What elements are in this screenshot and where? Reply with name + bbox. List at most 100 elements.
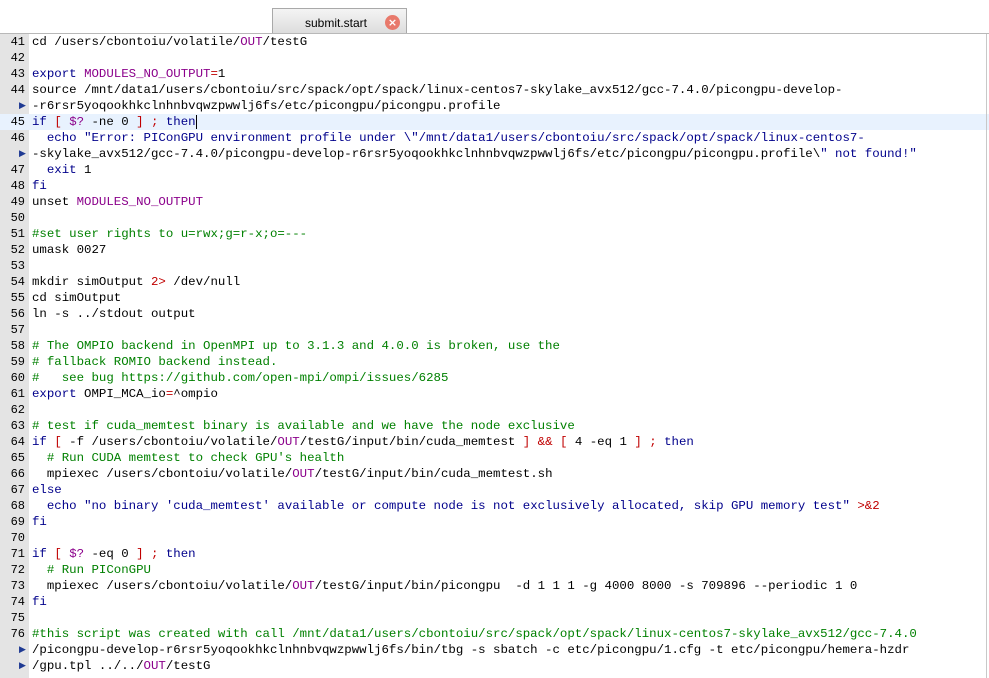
line-number: 61	[10, 387, 25, 401]
code-line[interactable]: 61 export OMPI_MCA_io=^ompio	[0, 386, 989, 402]
code-line[interactable]: 58 # The OMPIO backend in OpenMPI up to 3…	[0, 338, 989, 354]
code-line-wrapped[interactable]: ▶ -skylake_avx512/gcc-7.4.0/picongpu-deve…	[0, 146, 989, 162]
line-number: 51	[10, 227, 25, 241]
code-text: if [ -f /users/cbontoiu/volatile/OUT/tes…	[32, 435, 694, 449]
code-text: if [ $? -ne 0 ] ; then	[32, 114, 197, 129]
code-line[interactable]: 41 cd /users/cbontoiu/volatile/OUT/testG	[0, 34, 989, 50]
code-text: # The OMPIO backend in OpenMPI up to 3.1…	[32, 339, 560, 353]
code-line[interactable]: 51 #set user rights to u=rwx;g=r-x;o=---	[0, 226, 989, 242]
code-line[interactable]: 76 #this script was created with call /mn…	[0, 626, 989, 642]
line-number: 73	[10, 579, 25, 593]
line-number: 41	[10, 35, 25, 49]
code-text: cd /users/cbontoiu/volatile/OUT/testG	[32, 35, 308, 49]
code-line[interactable]: 44 source /mnt/data1/users/cbontoiu/src/s…	[0, 82, 989, 98]
code-line[interactable]: 59 # fallback ROMIO backend instead.	[0, 354, 989, 370]
line-number: 76	[10, 627, 25, 641]
code-line[interactable]: 64 if [ -f /users/cbontoiu/volatile/OUT/t…	[0, 434, 989, 450]
code-text: #this script was created with call /mnt/…	[32, 627, 917, 641]
code-line-wrapped[interactable]: ▶ -r6rsr5yoqookhkclnhnbvqwzpwwlj6fs/etc/p…	[0, 98, 989, 114]
close-icon[interactable]: ×	[385, 15, 400, 30]
line-number: 62	[10, 403, 25, 417]
code-line-wrapped[interactable]: ▶ /gpu.tpl ../../OUT/testG	[0, 658, 989, 674]
code-line[interactable]: 60 # see bug https://github.com/open-mpi/…	[0, 370, 989, 386]
code-line[interactable]: 69 fi	[0, 514, 989, 530]
code-text: fi	[32, 515, 47, 529]
code-text: else	[32, 483, 62, 497]
line-number: 71	[10, 547, 25, 561]
code-line[interactable]: 71 if [ $? -eq 0 ] ; then	[0, 546, 989, 562]
code-text: echo "no binary 'cuda_memtest' available…	[46, 499, 880, 513]
code-line[interactable]: 52 umask 0027	[0, 242, 989, 258]
code-line[interactable]: 67 else	[0, 482, 989, 498]
text-caret	[195, 114, 197, 129]
line-number: 66	[10, 467, 25, 481]
code-line[interactable]: 42	[0, 50, 989, 66]
line-number: 57	[10, 323, 25, 337]
line-number: 67	[10, 483, 25, 497]
code-line[interactable]: 66 mpiexec /users/cbontoiu/volatile/OUT/…	[0, 466, 989, 482]
line-number: 48	[10, 179, 25, 193]
line-number: 52	[10, 243, 25, 257]
line-number: 54	[10, 275, 25, 289]
line-number: 58	[10, 339, 25, 353]
code-line[interactable]: 48 fi	[0, 178, 989, 194]
code-text: source /mnt/data1/users/cbontoiu/src/spa…	[32, 83, 843, 97]
code-line[interactable]: 70	[0, 530, 989, 546]
code-text: mpiexec /users/cbontoiu/volatile/OUT/tes…	[32, 467, 553, 481]
code-text: umask 0027	[32, 243, 107, 257]
code-line[interactable]: 75	[0, 610, 989, 626]
code-line[interactable]: 65 # Run CUDA memtest to check GPU's hea…	[0, 450, 989, 466]
line-number: 68	[10, 499, 25, 513]
code-line[interactable]: 73 mpiexec /users/cbontoiu/volatile/OUT/…	[0, 578, 989, 594]
line-number: 43	[10, 67, 25, 81]
line-number: 56	[10, 307, 25, 321]
code-editor[interactable]: 41 cd /users/cbontoiu/volatile/OUT/testG 4…	[0, 33, 989, 678]
line-number: 47	[10, 163, 25, 177]
code-line[interactable]: 63 # test if cuda_memtest binary is avail…	[0, 418, 989, 434]
line-number: 64	[10, 435, 25, 449]
code-area[interactable]: 41 cd /users/cbontoiu/volatile/OUT/testG 4…	[0, 34, 989, 674]
code-line[interactable]: 68 echo "no binary 'cuda_memtest' availa…	[0, 498, 989, 514]
code-line-wrapped[interactable]: ▶ /picongpu-develop-r6rsr5yoqookhkclnhnbv…	[0, 642, 989, 658]
line-number: 53	[10, 259, 25, 273]
code-text: # Run CUDA memtest to check GPU's health	[32, 451, 345, 465]
code-line[interactable]: 56 ln -s ../stdout output	[0, 306, 989, 322]
line-number: 55	[10, 291, 25, 305]
code-text: exit 1	[46, 163, 92, 177]
line-number: 59	[10, 355, 25, 369]
code-line[interactable]: 43 export MODULES_NO_OUTPUT=1	[0, 66, 989, 82]
code-line[interactable]: 57	[0, 322, 989, 338]
code-text: # Run PIConGPU	[32, 563, 151, 577]
code-line[interactable]: 74 fi	[0, 594, 989, 610]
code-line[interactable]: 53	[0, 258, 989, 274]
code-line[interactable]: 45 if [ $? -ne 0 ] ; then	[0, 114, 989, 130]
code-text: # test if cuda_memtest binary is availab…	[32, 419, 575, 433]
line-number: 75	[10, 611, 25, 625]
code-line[interactable]: 54 mkdir simOutput 2> /dev/null	[0, 274, 989, 290]
code-line[interactable]: 55 cd simOutput	[0, 290, 989, 306]
code-line[interactable]: 62	[0, 402, 989, 418]
wrap-arrow-icon: ▶	[19, 101, 26, 111]
code-text: echo "Error: PIConGPU environment profil…	[46, 131, 865, 145]
code-text: #set user rights to u=rwx;g=r-x;o=---	[32, 227, 308, 241]
code-text: export MODULES_NO_OUTPUT=1	[32, 67, 226, 81]
code-line[interactable]: 46 echo "Error: PIConGPU environment pro…	[0, 130, 989, 146]
code-line[interactable]: 50	[0, 210, 989, 226]
code-text: -r6rsr5yoqookhkclnhnbvqwzpwwlj6fs/etc/pi…	[32, 99, 501, 113]
code-text: /gpu.tpl ../../OUT/testG	[32, 659, 211, 673]
code-line[interactable]: 47 exit 1	[0, 162, 989, 178]
code-text: # fallback ROMIO backend instead.	[32, 355, 278, 369]
wrap-arrow-icon: ▶	[19, 645, 26, 655]
tab-bar: submit.start ×	[0, 0, 989, 34]
wrap-arrow-icon: ▶	[19, 661, 26, 671]
tab-submit-start[interactable]: submit.start ×	[272, 8, 407, 34]
code-text: cd simOutput	[32, 291, 122, 305]
line-number: 50	[10, 211, 25, 225]
code-text: fi	[32, 179, 47, 193]
line-number: 65	[10, 451, 25, 465]
code-line[interactable]: 49 unset MODULES_NO_OUTPUT	[0, 194, 989, 210]
line-number: 72	[10, 563, 25, 577]
code-text: mkdir simOutput 2> /dev/null	[32, 275, 241, 289]
line-number: 69	[10, 515, 25, 529]
code-line[interactable]: 72 # Run PIConGPU	[0, 562, 989, 578]
